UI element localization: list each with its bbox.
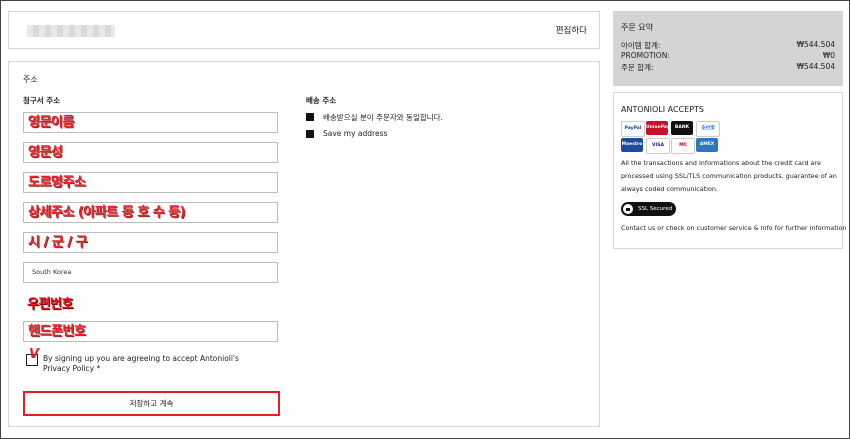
summary-title: 주문 요약 (621, 23, 653, 32)
bank-transfer-icon: BANK (671, 121, 693, 135)
order-summary: 주문 요약 아이템 합계: ₩544.504 PROMOTION: ₩0 주문 … (613, 11, 843, 86)
mastercard-icon: MC (671, 138, 695, 154)
ssl-secured-badge: SSL Secured (621, 202, 676, 216)
phone-field[interactable]: 핸드폰번호 (23, 321, 278, 342)
contact-email-bar: 편집하다 (8, 11, 600, 49)
postal-code-annotation: 우편번호 (27, 297, 73, 312)
shipping-title: 배송 주소 (306, 96, 337, 105)
summary-row-promotion: PROMOTION: ₩0 (621, 51, 835, 60)
amex-icon: AMEX (696, 138, 718, 152)
first-name-annotation: 영문이름 (28, 115, 74, 130)
section-title: 주소 (23, 75, 38, 84)
same-as-billing-checkbox[interactable] (306, 113, 314, 121)
summary-value: ₩544.504 (796, 62, 835, 71)
address-detail-field[interactable]: 상세주소 (아파트 동 호 수 등) (23, 202, 278, 223)
visa-icon: VISA (646, 138, 670, 154)
ssl-badge-label: SSL Secured (638, 206, 673, 212)
checkmark-annotation: V (29, 347, 40, 362)
summary-row-total: 주문 합계: ₩544.504 (621, 62, 835, 73)
summary-label: 주문 합계: (621, 63, 654, 72)
last-name-field[interactable]: 영문성 (23, 142, 278, 163)
lock-icon (623, 204, 633, 214)
summary-value: ₩0 (822, 51, 835, 60)
city-field[interactable]: 시 / 군 / 구 (23, 232, 278, 253)
contact-info-link[interactable]: Contact us or check on customer service … (621, 224, 846, 232)
unionpay-icon: UnionPay (646, 121, 668, 135)
country-value: South Korea (32, 268, 72, 276)
street-address-field[interactable]: 도로명주소 (23, 172, 278, 193)
city-annotation: 시 / 군 / 구 (28, 235, 87, 250)
address-section: 주소 청구서 주소 배송 주소 영문이름 영문성 도로명주소 상세주소 (아파트… (8, 61, 600, 427)
ssl-info-text: All the transactions and informations ab… (621, 159, 837, 193)
maestro-icon: Maestro (621, 138, 643, 152)
paypal-icon: PayPal (621, 121, 645, 137)
alipay-icon: 支付宝 (696, 121, 720, 137)
edit-link[interactable]: 편집하다 (556, 24, 587, 36)
summary-label: 아이템 합계: (621, 41, 661, 50)
save-continue-button[interactable]: 저장하고 계속 (23, 391, 280, 416)
street-annotation: 도로명주소 (28, 175, 86, 190)
same-as-billing-label: 배송받으실 분이 주문자와 동일합니다. (323, 113, 443, 122)
payment-methods-panel: ANTONIOLI ACCEPTS PayPal UnionPay BANK 支… (613, 92, 846, 249)
first-name-field[interactable]: 영문이름 (23, 112, 278, 133)
privacy-consent-text: By signing up you are agreeing to accept… (43, 354, 239, 373)
save-address-label: Save my address (323, 129, 388, 138)
country-select[interactable]: South Korea (23, 262, 278, 283)
phone-annotation: 핸드폰번호 (28, 324, 86, 339)
last-name-annotation: 영문성 (28, 145, 63, 160)
accepts-title: ANTONIOLI ACCEPTS (621, 105, 704, 114)
billing-title: 청구서 주소 (23, 96, 61, 105)
address-detail-annotation: 상세주소 (아파트 동 호 수 등) (28, 205, 186, 220)
summary-row-items: 아이템 합계: ₩544.504 (621, 40, 835, 51)
masked-email (27, 25, 115, 37)
summary-value: ₩544.504 (796, 40, 835, 49)
save-address-checkbox[interactable] (306, 130, 314, 138)
summary-label: PROMOTION: (621, 51, 670, 60)
